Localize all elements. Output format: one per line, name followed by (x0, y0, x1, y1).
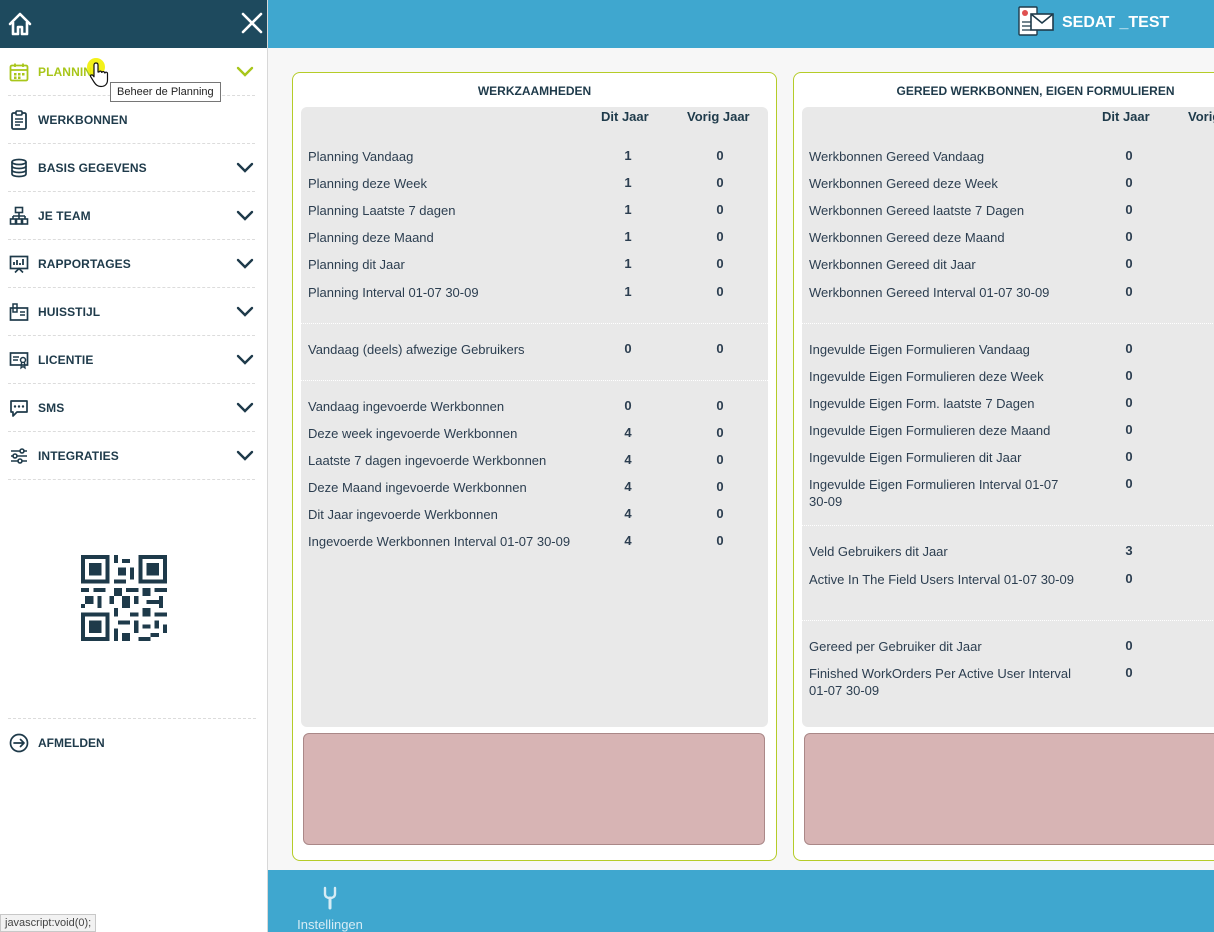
qr-code-icon (81, 555, 167, 641)
section-divider (301, 380, 768, 381)
sidebar-item-label: RAPPORTAGES (38, 256, 131, 271)
user-message-icon[interactable] (1017, 4, 1055, 42)
chevron-down-icon[interactable] (235, 352, 255, 368)
certificate-icon (8, 349, 30, 371)
gereed-werkbonnen-panel: GEREED WERKBONNEN, EIGEN FORMULIEREN Dit… (793, 72, 1214, 861)
close-icon[interactable] (240, 11, 264, 35)
panel-title: WERKZAAMHEDEN (477, 84, 592, 98)
hand-cursor-icon (87, 58, 109, 88)
sidebar-item-integraties[interactable]: INTEGRATIES (8, 432, 255, 480)
panel-body (802, 107, 1214, 727)
chevron-down-icon[interactable] (235, 256, 255, 272)
chevron-down-icon[interactable] (235, 208, 255, 224)
sidebar-item-rapportages[interactable]: RAPPORTAGES (8, 240, 255, 288)
team-hierarchy-icon (8, 205, 30, 227)
logout-icon (8, 732, 30, 754)
section-divider (802, 525, 1214, 526)
sidebar-item-je-team[interactable]: JE TEAM (8, 192, 255, 240)
werkzaamheden-panel: WERKZAAMHEDEN Dit Jaar Vorig Jaar Planni… (292, 72, 777, 861)
top-header: SEDAT _TEST (268, 0, 1214, 48)
database-icon (8, 157, 30, 179)
section-divider (802, 620, 1214, 621)
wrench-icon (323, 886, 337, 910)
home-icon[interactable] (6, 10, 34, 38)
chevron-down-icon[interactable] (235, 304, 255, 320)
column-header-vorig-jaar: Vorig Jaar (1188, 109, 1214, 124)
column-header-vorig-jaar: Vorig Jaar (687, 109, 750, 124)
logout-label: AFMELDEN (38, 735, 105, 750)
username: SEDAT _TEST (1062, 14, 1170, 31)
sliders-icon (8, 445, 30, 467)
bottom-bar: Instellingen (268, 870, 1214, 932)
panel-body (301, 107, 768, 727)
settings-label: Instellingen (297, 917, 363, 932)
sidebar-item-label: JE TEAM (38, 208, 91, 223)
branding-icon (8, 301, 30, 323)
chat-bubble-icon (8, 397, 30, 419)
sidebar-top-bar (0, 0, 267, 48)
sidebar-item-label: HUISSTIJL (38, 304, 101, 319)
sidebar-item-werkbonnen[interactable]: WERKBONNEN (8, 96, 255, 144)
chart-placeholder (303, 733, 765, 845)
sidebar: PLANNING WERKBONNEN BASIS GEGEVENS JE TE… (0, 0, 268, 932)
sidebar-item-huisstijl[interactable]: HUISSTIJL (8, 288, 255, 336)
sidebar-item-label: INTEGRATIES (38, 448, 119, 463)
sidebar-item-basis-gegevens[interactable]: BASIS GEGEVENS (8, 144, 255, 192)
sidebar-item-label: SMS (38, 400, 65, 415)
chevron-down-icon[interactable] (235, 160, 255, 176)
sidebar-item-label: WERKBONNEN (38, 112, 128, 127)
section-divider (802, 323, 1214, 324)
clipboard-icon (8, 109, 30, 131)
column-header-dit-jaar: Dit Jaar (601, 109, 649, 124)
settings-button[interactable]: Instellingen (292, 886, 368, 932)
dashboard-main: WERKZAAMHEDEN Dit Jaar Vorig Jaar Planni… (268, 48, 1214, 870)
chart-placeholder (804, 733, 1214, 845)
column-header-dit-jaar: Dit Jaar (1102, 109, 1150, 124)
chevron-down-icon[interactable] (235, 64, 255, 80)
chevron-down-icon[interactable] (235, 448, 255, 464)
sidebar-item-label: BASIS GEGEVENS (38, 160, 147, 175)
sidebar-item-label: LICENTIE (38, 352, 94, 367)
sidebar-item-licentie[interactable]: LICENTIE (8, 336, 255, 384)
browser-status-bar: javascript:void(0); (0, 914, 97, 932)
chevron-down-icon[interactable] (235, 400, 255, 416)
logout-button[interactable]: AFMELDEN (8, 718, 256, 766)
presentation-chart-icon (8, 253, 30, 275)
calendar-icon (8, 61, 30, 83)
section-divider (301, 323, 768, 324)
panel-title: GEREED WERKBONNEN, EIGEN FORMULIEREN (896, 84, 1175, 98)
sidebar-item-sms[interactable]: SMS (8, 384, 255, 432)
sidebar-nav: PLANNING WERKBONNEN BASIS GEGEVENS JE TE… (0, 48, 267, 480)
planning-tooltip: Beheer de Planning (110, 82, 221, 102)
